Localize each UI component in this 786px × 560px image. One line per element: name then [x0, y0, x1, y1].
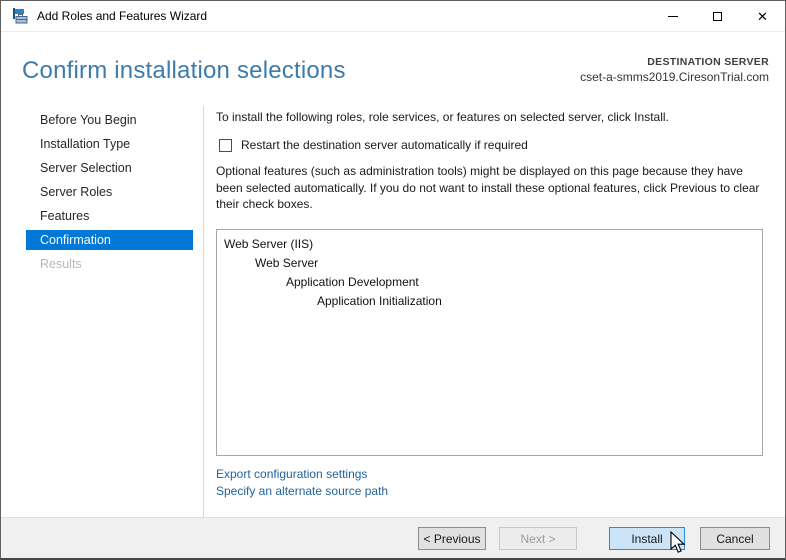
install-instruction-text: To install the following roles, role ser…: [216, 110, 669, 124]
sidebar-item-confirmation[interactable]: Confirmation: [26, 230, 193, 250]
title-bar: Add Roles and Features Wizard ✕: [1, 1, 785, 32]
next-button: Next >: [499, 527, 577, 550]
optional-features-note: Optional features (such as administratio…: [216, 164, 760, 211]
sidebar-item-results: Results: [40, 257, 82, 271]
install-button[interactable]: Install: [609, 527, 685, 550]
tree-item-application-initialization: Application Initialization: [317, 294, 442, 308]
window-controls: ✕: [650, 1, 785, 31]
previous-button[interactable]: < Previous: [418, 527, 486, 550]
destination-server-block: DESTINATION SERVER cset-a-smms2019.Cires…: [580, 56, 769, 84]
tree-item-web-server-iis: Web Server (IIS): [224, 237, 314, 251]
sidebar-item-features[interactable]: Features: [26, 206, 193, 226]
page-title: Confirm installation selections: [22, 57, 346, 84]
sidebar-item-server-selection[interactable]: Server Selection: [26, 158, 193, 178]
close-icon: ✕: [757, 8, 768, 24]
wizard-app-icon: [13, 8, 28, 24]
minimize-icon: [667, 15, 678, 17]
restart-checkbox[interactable]: [219, 138, 232, 152]
window-title: Add Roles and Features Wizard: [37, 9, 208, 23]
maximize-button[interactable]: [695, 1, 740, 31]
button-bar: < Previous Next > Install Cancel: [1, 517, 785, 558]
footer-links: Export configuration settings Specify an…: [216, 466, 388, 500]
sidebar-item-installation-type[interactable]: Installation Type: [26, 134, 193, 154]
export-configuration-link[interactable]: Export configuration settings: [216, 466, 388, 483]
wizard-steps-sidebar: Before You Begin Installation Type Serve…: [26, 110, 193, 278]
sidebar-item-server-roles[interactable]: Server Roles: [26, 182, 193, 202]
tree-item-web-server: Web Server: [255, 256, 319, 270]
sidebar-item-before-you-begin[interactable]: Before You Begin: [26, 110, 193, 130]
tree-item-application-development: Application Development: [286, 275, 419, 289]
selected-items-listbox[interactable]: Web Server (IIS) Web Server Application …: [216, 229, 763, 456]
close-button[interactable]: ✕: [740, 1, 785, 31]
cancel-button[interactable]: Cancel: [700, 527, 770, 550]
maximize-icon: [713, 11, 722, 21]
wizard-window: Add Roles and Features Wizard ✕ Confirm …: [0, 0, 786, 560]
destination-server-name: cset-a-smms2019.CiresonTrial.com: [580, 70, 769, 84]
restart-checkbox-label[interactable]: Restart the destination server automatic…: [241, 138, 528, 152]
alternate-source-path-link[interactable]: Specify an alternate source path: [216, 483, 388, 500]
sidebar-separator: [203, 106, 204, 518]
destination-server-label: DESTINATION SERVER: [647, 56, 769, 68]
restart-checkbox-row: Restart the destination server automatic…: [219, 138, 528, 152]
minimize-button[interactable]: [650, 1, 695, 31]
